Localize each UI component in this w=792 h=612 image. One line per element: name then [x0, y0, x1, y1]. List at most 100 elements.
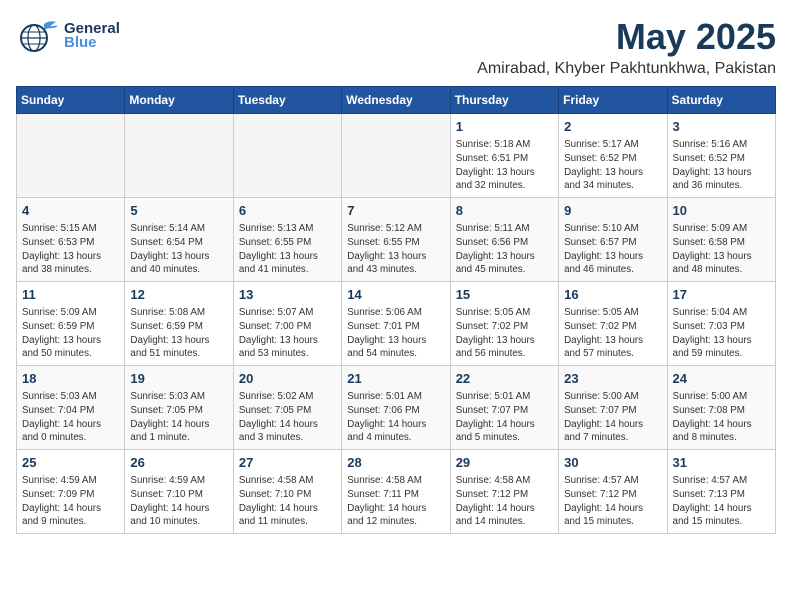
day-number: 5: [130, 202, 227, 220]
page-header: General Blue May 2025 Amirabad, Khyber P…: [16, 16, 776, 78]
weekday-header-tuesday: Tuesday: [233, 87, 341, 114]
calendar-cell: 28 Sunrise: 4:58 AM Sunset: 7:11 PM Dayli…: [342, 450, 450, 534]
day-number: 7: [347, 202, 444, 220]
day-info: Sunrise: 5:05 AM Sunset: 7:02 PM Dayligh…: [456, 306, 553, 361]
calendar-cell: 26Sunrise: 4:59 AM Sunset: 7:10 PM Dayli…: [125, 450, 233, 534]
day-info: Sunrise: 5:03 AM Sunset: 7:05 PM Dayligh…: [130, 390, 227, 445]
day-info: Sunrise: 4:59 AM Sunset: 7:09 PM Dayligh…: [22, 474, 119, 529]
calendar-cell: 18Sunrise: 5:03 AM Sunset: 7:04 PM Dayli…: [17, 366, 125, 450]
day-number: 29: [456, 454, 553, 472]
day-number: 30: [564, 454, 661, 472]
calendar-cell: [342, 114, 450, 198]
weekday-header-monday: Monday: [125, 87, 233, 114]
calendar-cell: 14Sunrise: 5:06 AM Sunset: 7:01 PM Dayli…: [342, 282, 450, 366]
calendar-table: SundayMondayTuesdayWednesdayThursdayFrid…: [16, 86, 776, 534]
calendar-cell: 7 Sunrise: 5:12 AM Sunset: 6:55 PM Daylig…: [342, 198, 450, 282]
calendar-cell: 31 Sunrise: 4:57 AM Sunset: 7:13 PM Dayli…: [667, 450, 775, 534]
calendar-week-3: 11Sunrise: 5:09 AM Sunset: 6:59 PM Dayli…: [17, 282, 776, 366]
day-info: Sunrise: 4:57 AM Sunset: 7:13 PM Dayligh…: [673, 474, 770, 529]
day-number: 19: [130, 370, 227, 388]
calendar-cell: 24 Sunrise: 5:00 AM Sunset: 7:08 PM Dayli…: [667, 366, 775, 450]
day-number: 27: [239, 454, 336, 472]
calendar-cell: 1Sunrise: 5:18 AM Sunset: 6:51 PM Daylig…: [450, 114, 558, 198]
day-number: 12: [130, 286, 227, 304]
day-info: Sunrise: 4:58 AM Sunset: 7:12 PM Dayligh…: [456, 474, 553, 529]
calendar-cell: 22Sunrise: 5:01 AM Sunset: 7:07 PM Dayli…: [450, 366, 558, 450]
title-block: May 2025 Amirabad, Khyber Pakhtunkhwa, P…: [477, 16, 776, 78]
calendar-week-4: 18Sunrise: 5:03 AM Sunset: 7:04 PM Dayli…: [17, 366, 776, 450]
weekday-header-thursday: Thursday: [450, 87, 558, 114]
calendar-cell: 16 Sunrise: 5:05 AM Sunset: 7:02 PM Dayli…: [559, 282, 667, 366]
day-info: Sunrise: 5:02 AM Sunset: 7:05 PM Dayligh…: [239, 390, 336, 445]
day-info: Sunrise: 4:58 AM Sunset: 7:10 PM Dayligh…: [239, 474, 336, 529]
day-number: 26: [130, 454, 227, 472]
weekday-header-saturday: Saturday: [667, 87, 775, 114]
day-info: Sunrise: 5:03 AM Sunset: 7:04 PM Dayligh…: [22, 390, 119, 445]
location-title: Amirabad, Khyber Pakhtunkhwa, Pakistan: [477, 60, 776, 78]
day-info: Sunrise: 5:18 AM Sunset: 6:51 PM Dayligh…: [456, 138, 553, 193]
day-info: Sunrise: 5:09 AM Sunset: 6:58 PM Dayligh…: [673, 222, 770, 277]
calendar-header-row: SundayMondayTuesdayWednesdayThursdayFrid…: [17, 87, 776, 114]
calendar-cell: 15 Sunrise: 5:05 AM Sunset: 7:02 PM Dayli…: [450, 282, 558, 366]
calendar-cell: 27 Sunrise: 4:58 AM Sunset: 7:10 PM Dayli…: [233, 450, 341, 534]
calendar-cell: 4Sunrise: 5:15 AM Sunset: 6:53 PM Daylig…: [17, 198, 125, 282]
calendar-cell: [125, 114, 233, 198]
calendar-body: 1Sunrise: 5:18 AM Sunset: 6:51 PM Daylig…: [17, 114, 776, 534]
day-info: Sunrise: 5:06 AM Sunset: 7:01 PM Dayligh…: [347, 306, 444, 361]
day-number: 17: [673, 286, 770, 304]
day-number: 10: [673, 202, 770, 220]
day-info: Sunrise: 5:07 AM Sunset: 7:00 PM Dayligh…: [239, 306, 336, 361]
day-number: 16: [564, 286, 661, 304]
day-number: 6: [239, 202, 336, 220]
day-number: 22: [456, 370, 553, 388]
day-info: Sunrise: 5:14 AM Sunset: 6:54 PM Dayligh…: [130, 222, 227, 277]
day-number: 3: [673, 118, 770, 136]
day-info: Sunrise: 5:11 AM Sunset: 6:56 PM Dayligh…: [456, 222, 553, 277]
calendar-cell: 3 Sunrise: 5:16 AM Sunset: 6:52 PM Daylig…: [667, 114, 775, 198]
weekday-header-sunday: Sunday: [17, 87, 125, 114]
day-info: Sunrise: 5:17 AM Sunset: 6:52 PM Dayligh…: [564, 138, 661, 193]
day-info: Sunrise: 5:16 AM Sunset: 6:52 PM Dayligh…: [673, 138, 770, 193]
day-info: Sunrise: 5:00 AM Sunset: 7:07 PM Dayligh…: [564, 390, 661, 445]
day-info: Sunrise: 4:57 AM Sunset: 7:12 PM Dayligh…: [564, 474, 661, 529]
day-number: 21: [347, 370, 444, 388]
day-number: 8: [456, 202, 553, 220]
calendar-cell: 19 Sunrise: 5:03 AM Sunset: 7:05 PM Dayli…: [125, 366, 233, 450]
calendar-cell: 12 Sunrise: 5:08 AM Sunset: 6:59 PM Dayli…: [125, 282, 233, 366]
calendar-cell: 20 Sunrise: 5:02 AM Sunset: 7:05 PM Dayli…: [233, 366, 341, 450]
day-number: 20: [239, 370, 336, 388]
calendar-cell: 21 Sunrise: 5:01 AM Sunset: 7:06 PM Dayli…: [342, 366, 450, 450]
calendar-cell: 17 Sunrise: 5:04 AM Sunset: 7:03 PM Dayli…: [667, 282, 775, 366]
day-number: 24: [673, 370, 770, 388]
day-info: Sunrise: 5:09 AM Sunset: 6:59 PM Dayligh…: [22, 306, 119, 361]
day-info: Sunrise: 5:04 AM Sunset: 7:03 PM Dayligh…: [673, 306, 770, 361]
weekday-header-friday: Friday: [559, 87, 667, 114]
calendar-cell: 2 Sunrise: 5:17 AM Sunset: 6:52 PM Daylig…: [559, 114, 667, 198]
calendar-week-1: 1Sunrise: 5:18 AM Sunset: 6:51 PM Daylig…: [17, 114, 776, 198]
day-info: Sunrise: 5:08 AM Sunset: 6:59 PM Dayligh…: [130, 306, 227, 361]
calendar-cell: [17, 114, 125, 198]
calendar-cell: 11Sunrise: 5:09 AM Sunset: 6:59 PM Dayli…: [17, 282, 125, 366]
calendar-cell: 13Sunrise: 5:07 AM Sunset: 7:00 PM Dayli…: [233, 282, 341, 366]
calendar-cell: 9Sunrise: 5:10 AM Sunset: 6:57 PM Daylig…: [559, 198, 667, 282]
calendar-cell: 10 Sunrise: 5:09 AM Sunset: 6:58 PM Dayli…: [667, 198, 775, 282]
day-number: 25: [22, 454, 119, 472]
calendar-cell: [233, 114, 341, 198]
day-number: 4: [22, 202, 119, 220]
logo: General Blue: [16, 16, 120, 54]
day-info: Sunrise: 5:13 AM Sunset: 6:55 PM Dayligh…: [239, 222, 336, 277]
day-number: 31: [673, 454, 770, 472]
day-number: 28: [347, 454, 444, 472]
calendar-week-5: 25 Sunrise: 4:59 AM Sunset: 7:09 PM Dayli…: [17, 450, 776, 534]
day-info: Sunrise: 5:01 AM Sunset: 7:06 PM Dayligh…: [347, 390, 444, 445]
day-info: Sunrise: 5:10 AM Sunset: 6:57 PM Dayligh…: [564, 222, 661, 277]
calendar-cell: 23Sunrise: 5:00 AM Sunset: 7:07 PM Dayli…: [559, 366, 667, 450]
day-number: 2: [564, 118, 661, 136]
day-info: Sunrise: 5:05 AM Sunset: 7:02 PM Dayligh…: [564, 306, 661, 361]
day-info: Sunrise: 5:00 AM Sunset: 7:08 PM Dayligh…: [673, 390, 770, 445]
day-info: Sunrise: 5:12 AM Sunset: 6:55 PM Dayligh…: [347, 222, 444, 277]
day-number: 15: [456, 286, 553, 304]
calendar-cell: 25 Sunrise: 4:59 AM Sunset: 7:09 PM Dayli…: [17, 450, 125, 534]
calendar-cell: 6 Sunrise: 5:13 AM Sunset: 6:55 PM Daylig…: [233, 198, 341, 282]
day-info: Sunrise: 4:58 AM Sunset: 7:11 PM Dayligh…: [347, 474, 444, 529]
